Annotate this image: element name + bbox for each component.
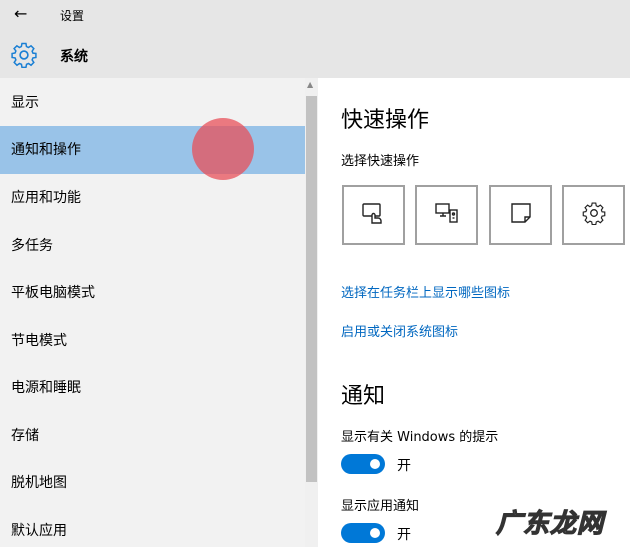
sidebar-item-apps[interactable]: 应用和功能: [0, 174, 305, 222]
quick-action-tile-1[interactable]: [342, 185, 405, 245]
scrollbar-thumb[interactable]: [306, 96, 317, 482]
header: ← 设置 系统: [0, 0, 630, 78]
sidebar-item-default-apps[interactable]: 默认应用: [0, 507, 305, 555]
touch-indicator: [192, 118, 254, 180]
sidebar-item-storage[interactable]: 存储: [0, 412, 305, 460]
notifications-title: 通知: [341, 384, 386, 409]
sidebar: 显示 通知和操作 应用和功能 多任务 平板电脑模式 节电模式 电源和睡眠 存储 …: [0, 78, 305, 547]
windows-tips-state: 开: [397, 458, 411, 474]
project-icon: [434, 201, 460, 229]
sidebar-item-battery-saver[interactable]: 节电模式: [0, 317, 305, 365]
sidebar-item-display[interactable]: 显示: [0, 79, 305, 127]
app-title: 设置: [60, 9, 85, 23]
gear-icon: [11, 42, 37, 72]
tablet-mode-icon: [361, 201, 387, 229]
sidebar-item-tablet-mode[interactable]: 平板电脑模式: [0, 269, 305, 317]
section-title: 系统: [60, 49, 88, 65]
quick-action-tile-3[interactable]: [489, 185, 552, 245]
back-button[interactable]: ←: [14, 4, 27, 23]
quick-actions-subtitle: 选择快速操作: [341, 154, 420, 169]
system-icons-link[interactable]: 启用或关闭系统图标: [341, 321, 458, 340]
sidebar-item-multitasking[interactable]: 多任务: [0, 222, 305, 270]
sidebar-item-power-sleep[interactable]: 电源和睡眠: [0, 364, 305, 412]
note-icon: [509, 201, 533, 229]
app-notifications-state: 开: [397, 527, 411, 543]
quick-action-tile-4[interactable]: [562, 185, 625, 245]
windows-tips-label: 显示有关 Windows 的提示: [341, 430, 499, 445]
quick-actions-title: 快速操作: [341, 108, 430, 133]
scroll-up-icon[interactable]: ▲: [307, 80, 313, 89]
app-notifications-toggle[interactable]: [341, 523, 385, 543]
windows-tips-toggle[interactable]: [341, 454, 385, 474]
app-notifications-label: 显示应用通知: [341, 499, 420, 514]
quick-action-tile-2[interactable]: [415, 185, 478, 245]
sidebar-item-notifications[interactable]: 通知和操作: [0, 126, 305, 174]
watermark: 广东龙网: [495, 508, 605, 539]
sidebar-item-offline-maps[interactable]: 脱机地图: [0, 459, 305, 507]
settings-gear-icon: [582, 201, 606, 229]
taskbar-icons-link[interactable]: 选择在任务栏上显示哪些图标: [341, 282, 510, 301]
